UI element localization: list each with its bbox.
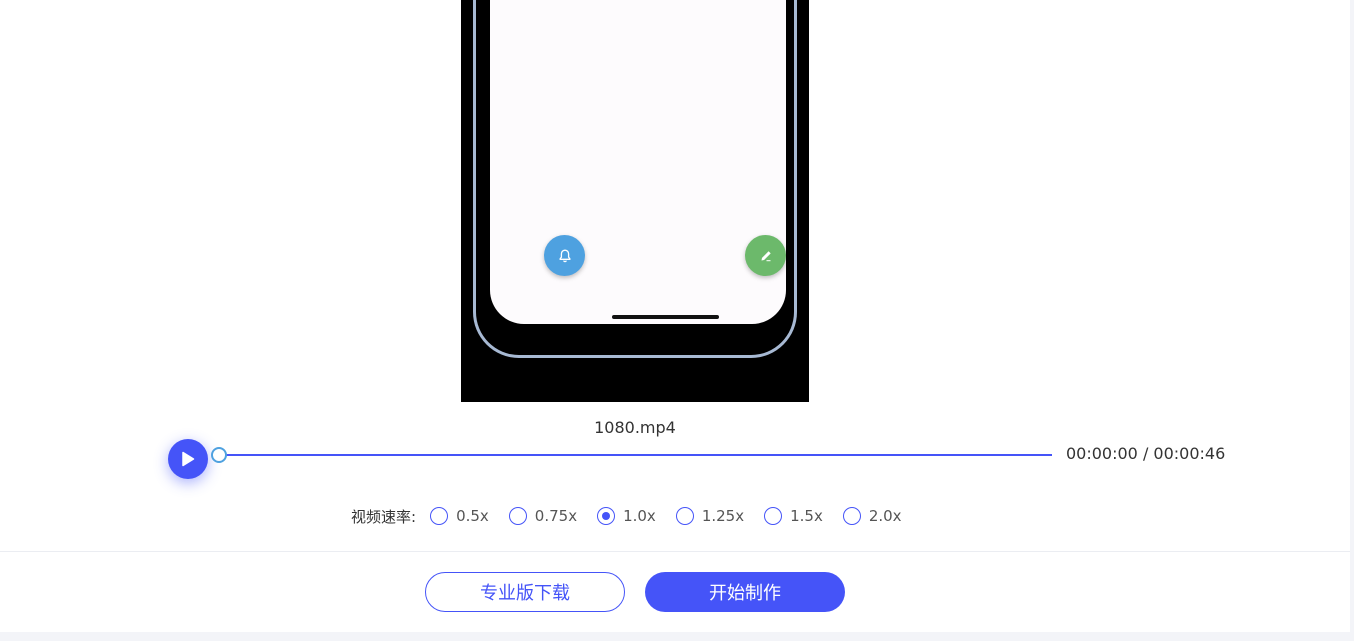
time-display: 00:00:00 / 00:00:46 (1066, 444, 1226, 463)
pencil-icon (745, 235, 786, 276)
scroll-gutter (1350, 0, 1354, 641)
bottom-background-strip (0, 632, 1354, 641)
bell-icon (544, 235, 585, 276)
speed-option-2-0x[interactable]: 2.0x (842, 507, 902, 525)
speed-option-label: 1.0x (623, 507, 656, 525)
speed-selector: 视频速率: 0.5x 0.75x 1.0x 1.25x 1.5x 2.0x (351, 505, 922, 527)
speed-option-0-5x[interactable]: 0.5x (430, 507, 489, 525)
home-indicator (612, 315, 719, 319)
download-pro-button[interactable]: 专业版下载 (425, 572, 625, 612)
speed-option-label: 0.5x (456, 507, 489, 525)
video-editor-page: 1080.mp4 00:00:00 / 00:00:46 视频速率: 0.5x … (0, 0, 1354, 641)
speed-option-0-75x[interactable]: 0.75x (508, 507, 578, 525)
progress-track[interactable] (218, 454, 1052, 456)
radio-button[interactable] (764, 507, 783, 525)
speed-option-label: 2.0x (868, 507, 902, 525)
speed-option-1-0x[interactable]: 1.0x (597, 507, 656, 525)
radio-button[interactable] (430, 507, 449, 525)
speed-option-label: 0.75x (534, 507, 578, 525)
speed-option-label: 1.5x (790, 507, 823, 525)
speed-label: 视频速率: (351, 507, 417, 526)
start-creating-button[interactable]: 开始制作 (645, 572, 845, 612)
phone-mockup-frame (473, 0, 797, 358)
progress-thumb[interactable] (211, 447, 227, 463)
video-file-name: 1080.mp4 (594, 418, 676, 437)
phone-screen (490, 0, 786, 324)
video-preview[interactable] (461, 0, 809, 402)
play-button[interactable] (168, 439, 208, 479)
play-icon (182, 451, 195, 467)
speed-option-label: 1.25x (701, 507, 745, 525)
radio-button[interactable] (675, 507, 694, 525)
speed-option-1-25x[interactable]: 1.25x (675, 507, 745, 525)
radio-button-selected[interactable] (597, 507, 616, 525)
radio-button[interactable] (842, 507, 861, 525)
speed-option-1-5x[interactable]: 1.5x (764, 507, 823, 525)
radio-button[interactable] (508, 507, 527, 525)
